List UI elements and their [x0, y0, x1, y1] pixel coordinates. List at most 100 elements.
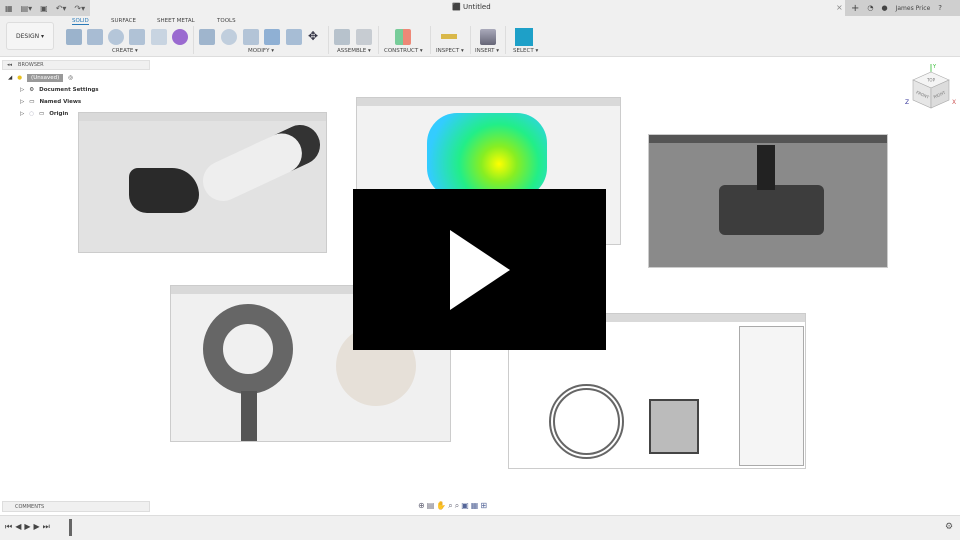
z-axis-label: Z — [905, 99, 909, 106]
divider — [470, 26, 471, 54]
lightbulb-icon[interactable]: ○ — [29, 111, 34, 117]
item-label: Document Settings — [39, 87, 99, 93]
browser-title: BROWSER — [18, 62, 44, 68]
apps-grid-icon[interactable]: ▦ — [5, 4, 13, 13]
play-icon — [449, 229, 510, 310]
prosthetic-arm-image — [78, 112, 327, 253]
offset-plane-icon[interactable] — [395, 29, 411, 45]
notifications-icon[interactable]: ● — [882, 4, 888, 12]
divider — [328, 26, 329, 54]
timeline-bar — [0, 515, 960, 540]
divider — [378, 26, 379, 54]
revolve-icon[interactable] — [108, 29, 124, 45]
pan-icon[interactable]: ✋ — [436, 501, 448, 510]
look-at-icon[interactable]: ▤ — [427, 501, 437, 510]
user-name[interactable]: James Price — [896, 5, 931, 12]
divider — [193, 26, 194, 54]
viewcube[interactable]: TOP FRONT RIGHT Y Z X — [903, 62, 959, 114]
hole-icon[interactable] — [129, 29, 145, 45]
insert-image-icon[interactable] — [480, 29, 496, 45]
expand-icon[interactable]: ▷ — [20, 87, 24, 93]
item-label: Origin — [49, 111, 69, 117]
timeline-marker[interactable] — [69, 519, 72, 536]
expand-icon[interactable]: ▷ — [20, 111, 24, 117]
tab-solid[interactable]: SOLID — [72, 18, 89, 25]
browser-item-named-views[interactable]: ▷ ▭ Named Views — [20, 99, 81, 105]
root-name[interactable]: (Unsaved) — [27, 74, 64, 82]
tab-tools[interactable]: TOOLS — [217, 18, 236, 24]
new-component-icon[interactable] — [334, 29, 350, 45]
go-to-end-icon[interactable]: ⏭ — [43, 522, 53, 531]
viewcube-top-label: TOP — [926, 78, 936, 83]
expand-icon[interactable]: ◢ — [8, 75, 12, 81]
account-bar: + ◔ ● James Price ? — [845, 0, 960, 16]
lightbulb-icon[interactable]: ● — [17, 75, 22, 81]
workspace-switcher[interactable]: DESIGN ▾ — [6, 22, 54, 50]
shell-icon[interactable] — [243, 29, 259, 45]
document-title-text: Untitled — [462, 3, 491, 11]
display-settings-icon[interactable]: ▣ — [461, 501, 471, 510]
activate-icon[interactable]: ◎ — [68, 75, 73, 81]
machining-image — [648, 134, 888, 268]
collapse-icon[interactable]: ◂◂ — [7, 62, 12, 68]
fillet-icon[interactable] — [221, 29, 237, 45]
combine-icon[interactable] — [264, 29, 280, 45]
sketch-icon[interactable] — [66, 29, 82, 45]
new-tab-button[interactable]: + — [851, 3, 859, 14]
browser-root[interactable]: ◢ ● (Unsaved) ◎ — [8, 74, 73, 82]
comments-title: COMMENTS — [15, 503, 45, 510]
help-icon[interactable]: ? — [938, 4, 942, 12]
play-timeline-icon[interactable]: ▶ — [24, 522, 33, 531]
navigation-bar: ⊕▤✋⌕⌕▣▦⊞ — [418, 501, 489, 511]
go-to-start-icon[interactable]: ⏮ — [5, 522, 15, 531]
tab-surface[interactable]: SURFACE — [111, 18, 136, 24]
document-title: ⬛ Untitled — [452, 3, 491, 11]
job-status-icon[interactable]: ◔ — [867, 4, 873, 12]
inspect-menu[interactable]: INSPECT ▾ — [436, 48, 464, 54]
replace-face-icon[interactable] — [286, 29, 302, 45]
select-menu[interactable]: SELECT ▾ — [513, 48, 538, 54]
step-back-icon[interactable]: ◀ — [15, 522, 24, 531]
folder-icon: ▭ — [39, 111, 45, 117]
save-icon[interactable]: ▣ — [40, 4, 48, 13]
item-label: Named Views — [39, 99, 82, 105]
grid-settings-icon[interactable]: ▦ — [471, 501, 481, 510]
undo-icon[interactable]: ↶▾ — [56, 4, 67, 13]
timeline-controls: ⏮◀▶▶⏭ — [5, 522, 53, 532]
measure-icon[interactable] — [441, 34, 457, 39]
extrude-icon[interactable] — [87, 29, 103, 45]
step-forward-icon[interactable]: ▶ — [34, 522, 43, 531]
orbit-icon[interactable]: ⊕ — [418, 501, 427, 510]
viewcube-graphic[interactable]: TOP FRONT RIGHT Y Z X — [903, 62, 959, 114]
expand-icon[interactable]: ▷ — [20, 99, 24, 105]
move-icon[interactable]: ✥ — [308, 29, 318, 43]
pattern-icon[interactable] — [151, 29, 167, 45]
assemble-menu[interactable]: ASSEMBLE ▾ — [337, 48, 371, 54]
select-icon[interactable] — [515, 28, 533, 46]
viewports-icon[interactable]: ⊞ — [480, 501, 489, 510]
browser-item-document-settings[interactable]: ▷ ⚙ Document Settings — [20, 87, 99, 93]
joint-icon[interactable] — [356, 29, 372, 45]
redo-icon[interactable]: ↷▾ — [74, 4, 85, 13]
y-axis-label: Y — [932, 64, 937, 70]
browser-item-origin[interactable]: ▷ ○ ▭ Origin — [20, 111, 68, 117]
construct-menu[interactable]: CONSTRUCT ▾ — [384, 48, 423, 54]
gear-icon: ⚙ — [29, 87, 35, 93]
tab-sheet-metal[interactable]: SHEET METAL — [157, 18, 195, 24]
form-icon[interactable] — [172, 29, 188, 45]
insert-menu[interactable]: INSERT ▾ — [475, 48, 499, 54]
close-tab-button[interactable]: × — [836, 3, 843, 12]
press-pull-icon[interactable] — [199, 29, 215, 45]
file-menu-icon[interactable]: ▤▾ — [21, 4, 33, 13]
folder-icon: ▭ — [29, 99, 35, 105]
timeline-settings-icon[interactable]: ⚙ — [945, 522, 953, 532]
create-menu[interactable]: CREATE ▾ — [112, 48, 138, 54]
x-axis-label: X — [952, 99, 956, 106]
divider — [505, 26, 506, 54]
browser-panel-header[interactable]: ◂◂ BROWSER — [2, 60, 150, 70]
quick-access-toolbar: ▦ ▤▾ ▣ ↶▾ ↷▾ — [0, 0, 90, 16]
divider — [430, 26, 431, 54]
modify-menu[interactable]: MODIFY ▾ — [248, 48, 274, 54]
comments-panel[interactable]: COMMENTS — [2, 501, 150, 512]
video-play-button[interactable] — [353, 189, 606, 350]
